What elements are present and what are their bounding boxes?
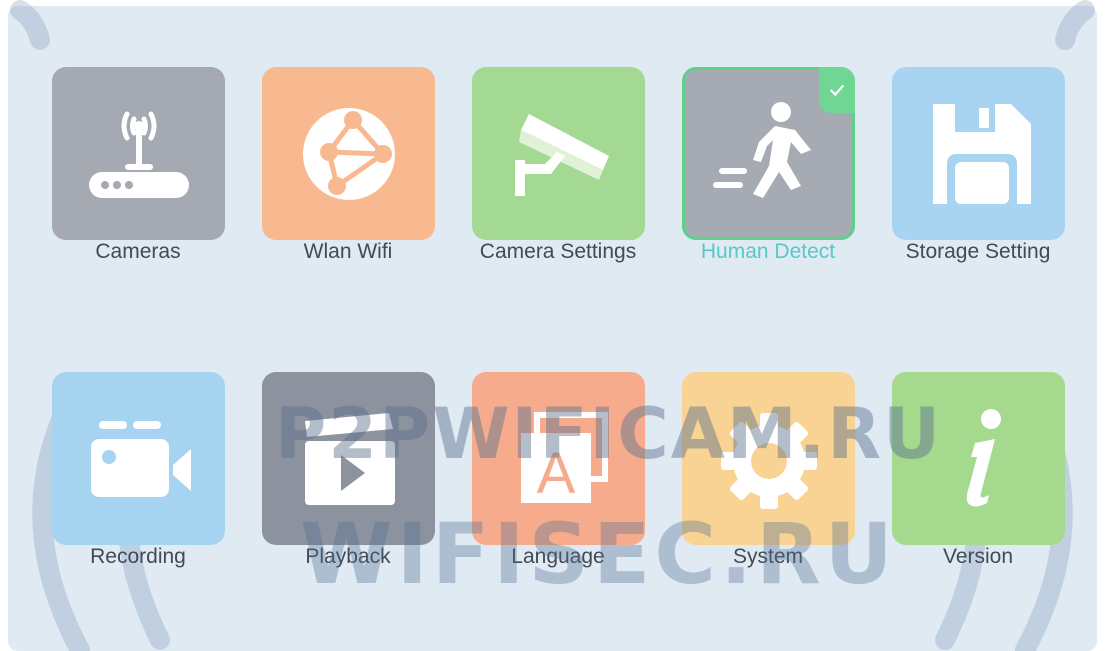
check-icon — [829, 84, 845, 97]
info-icon — [966, 408, 1001, 507]
label-camera-settings: Camera Settings — [479, 240, 637, 263]
label-storage-setting: Storage Setting — [905, 240, 1051, 263]
label-language: Language — [511, 545, 605, 568]
label-system: System — [732, 545, 803, 568]
menu-tile-human-detect[interactable] — [682, 67, 855, 240]
label-cameras: Cameras — [95, 240, 181, 263]
video-camera-icon — [90, 420, 191, 497]
walking-person-icon — [712, 101, 811, 198]
svg-text:A: A — [536, 441, 575, 506]
router-antenna-icon — [88, 111, 189, 198]
menu-tile-storage-setting[interactable] — [892, 67, 1065, 240]
menu-tile-wlan-wifi[interactable] — [262, 67, 435, 240]
label-version: Version — [942, 545, 1014, 568]
menu-tile-language[interactable]: A — [472, 372, 645, 545]
menu-tile-camera-settings[interactable] — [472, 67, 645, 240]
menu-tile-cameras[interactable] — [52, 67, 225, 240]
label-human-detect: Human Detect — [700, 240, 836, 263]
gear-icon — [720, 412, 817, 509]
network-globe-icon — [302, 107, 395, 200]
selected-check-badge — [819, 67, 855, 113]
menu-tile-version[interactable] — [892, 372, 1065, 545]
clapperboard-play-icon — [304, 412, 395, 505]
label-playback: Playback — [305, 545, 391, 568]
floppy-disk-icon — [932, 103, 1031, 204]
label-wlan-wifi: Wlan Wifi — [303, 240, 393, 263]
menu-tile-playback[interactable] — [262, 372, 435, 545]
menu-tile-recording[interactable] — [52, 372, 225, 545]
label-recording: Recording — [90, 545, 186, 568]
security-camera-icon — [514, 113, 609, 196]
menu-tile-system[interactable] — [682, 372, 855, 545]
language-a-icon: A — [520, 411, 608, 506]
